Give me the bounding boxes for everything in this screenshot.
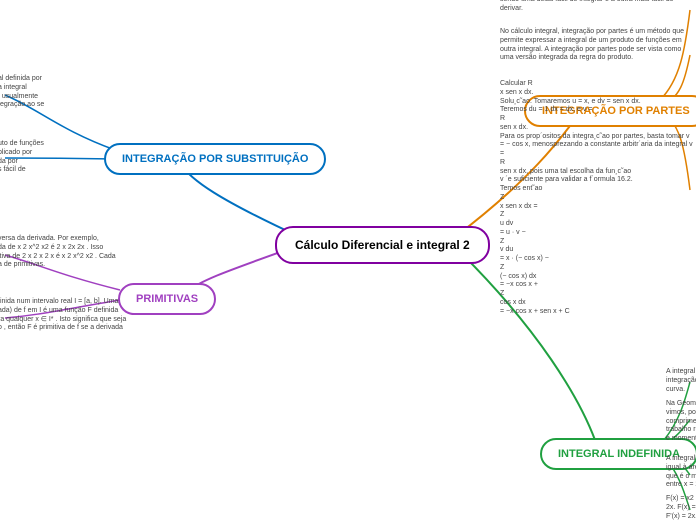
node-substituicao[interactable]: INTEGRAÇÃO POR SUBSTITUIÇÃO bbox=[104, 143, 326, 175]
text-partes0: sendo uma delas fácil de integrar e a ou… bbox=[500, 0, 695, 14]
text-prim2: finida num intervalo real I = [a, b]. Um… bbox=[0, 298, 138, 333]
center-node[interactable]: Cálculo Diferencial e integral 2 bbox=[275, 226, 490, 264]
text-sub1: al definida por a integral , usualmente … bbox=[0, 75, 68, 110]
text-prim1: versa da derivada. Por exemplo, da de x … bbox=[0, 235, 128, 270]
text-sub2: uto de funções plicado por da por s fáci… bbox=[0, 140, 68, 175]
text-ind4: F(x) = x2 é u 2x. F(x) = x2 F'(x) = 2x. … bbox=[666, 495, 696, 521]
text-ind2: Na Geomet vimos, pode compriment trabalh… bbox=[666, 400, 696, 444]
text-ind3: A integral d igual à área que é o mes en… bbox=[666, 455, 696, 490]
text-partes1: No cálculo integral, integração por part… bbox=[500, 28, 695, 63]
text-partes2: Calcular R x sen x dx. Solu¸c˜ao. Tomare… bbox=[500, 80, 695, 316]
text-ind1: A integral in integração e curva. bbox=[666, 368, 696, 394]
